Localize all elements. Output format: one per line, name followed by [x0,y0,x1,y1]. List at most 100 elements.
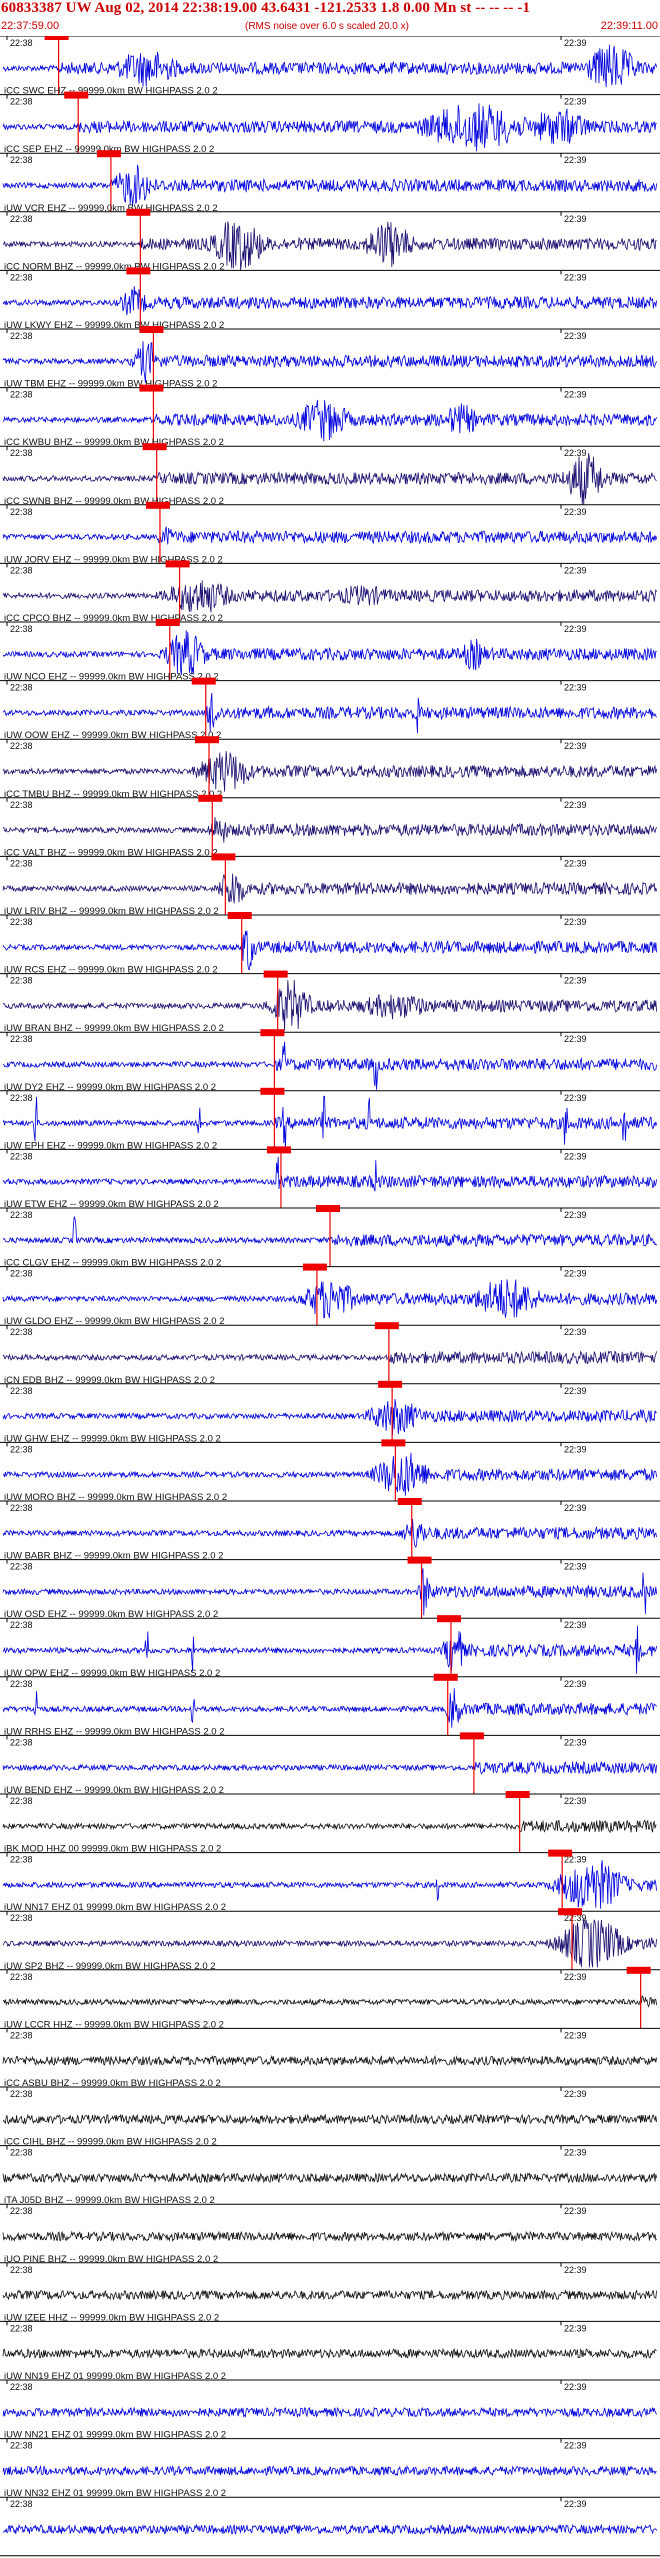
pick-marker [96,150,121,158]
tick-label-22-38: 22:38 [10,858,33,868]
tick-label-22-39: 22:39 [564,1737,587,1747]
trace-label: iCC TMBU BHZ -- 99999.0km BW HIGHPASS 2.… [4,789,222,800]
tick-label-22-39: 22:39 [564,1093,587,1103]
tick-label-22-38: 22:38 [10,1503,33,1513]
pick-marker [139,384,164,392]
pick-marker [548,1849,573,1857]
pick-marker [198,794,223,802]
pick-marker [165,560,190,568]
tick-label-22-39: 22:39 [564,858,587,868]
tick-label-22-38: 22:38 [10,2089,33,2099]
tick-label-22-39: 22:39 [564,38,587,48]
trace-label: iUO PINE BHZ -- 99999.0km BW HIGHPASS 2.… [4,2254,218,2265]
tick-label-22-38: 22:38 [10,1562,33,1572]
tick-label-22-38: 22:38 [10,741,33,751]
waveform-trace [2,630,657,675]
noise-scaling-note: (RMS noise over 6.0 s scaled 20.0 x) [245,21,409,32]
trace-label: iUW DY2 EHZ -- 99999.0km BW HIGHPASS 2.0… [4,1082,216,1093]
tick-label-22-38: 22:38 [10,2441,33,2451]
pick-marker [44,36,69,40]
trace-label: iUW LKWY EHZ -- 99999.0km BW HIGHPASS 2.… [4,320,224,331]
tick-label-22-38: 22:38 [10,683,33,693]
trace-label: iUW NN17 EHZ 01 99999.0km BW HIGHPASS 2.… [4,1902,226,1913]
tick-label-22-38: 22:38 [10,1679,33,1689]
trace-label: iUW RRHS EHZ -- 99999.0km BW HIGHPASS 2.… [4,1726,225,1737]
waveform-trace [2,2054,657,2067]
tick-label-22-38: 22:38 [10,917,33,927]
trace-label: iUW LRIV BHZ -- 99999.0km BW HIGHPASS 2.… [4,906,219,917]
trace-label: iUW NN21 EHZ 01 99999.0km BW HIGHPASS 2.… [4,2430,226,2441]
trace-label: iCC SWNB BHZ -- 99999.0km BW HIGHPASS 2.… [4,496,224,507]
tick-label-22-38: 22:38 [10,2148,33,2158]
waveform-trace [2,44,657,88]
trace-label: iCC CPCO BHZ -- 99999.0km BW HIGHPASS 2.… [4,613,223,624]
pick-marker [142,443,167,451]
pick-marker [145,501,170,509]
trace-label: iUW BEND EHZ -- 99999.0km BW HIGHPASS 2.… [4,1785,224,1796]
tick-label-22-39: 22:39 [564,272,587,282]
tick-label-22-39: 22:39 [564,2382,587,2392]
tick-label-22-38: 22:38 [10,1855,33,1865]
trace-label: iUW ETW EHZ -- 99999.0km BW HIGHPASS 2.0… [4,1199,219,1210]
trace-label: iUW LCCR HHZ -- 99999.0km BW HIGHPASS 2.… [4,2019,224,2030]
pick-marker [126,267,151,275]
tick-label-22-38: 22:38 [10,800,33,810]
waveform-trace [2,1688,657,1728]
waveform-trace [2,1819,657,1834]
tick-label-22-38: 22:38 [10,507,33,517]
tick-label-22-38: 22:38 [10,1972,33,1982]
waveform-trace [2,2406,657,2419]
tick-label-22-39: 22:39 [564,2206,587,2216]
tick-label-22-39: 22:39 [564,1503,587,1513]
tick-label-22-38: 22:38 [10,1034,33,1044]
waveform-trace [2,2523,657,2535]
trace-label: iUW BABR BHZ -- 99999.0km BW HIGHPASS 2.… [4,1551,223,1562]
trace-label: iUW EPH EHZ -- 99999.0km BW HIGHPASS 2.0… [4,1140,217,1151]
pick-marker [505,1791,530,1798]
waveform-trace [2,1156,657,1192]
tick-label-22-39: 22:39 [564,1620,587,1630]
tick-label-22-39: 22:39 [564,800,587,810]
pick-marker [211,853,236,861]
trace-label: iBK MOD HHZ 00 99999.0km BW HIGHPASS 2.0… [4,1844,221,1855]
waveform-trace [2,2347,657,2360]
pick-marker [316,1205,340,1212]
trace-label: iUW GHW EHZ -- 99999.0km BW HIGHPASS 2.0… [4,1433,221,1444]
tick-label-22-38: 22:38 [10,1327,33,1337]
waveform-trace [2,526,657,545]
waveform-trace [2,1398,657,1436]
trace-label: iUW OOW EHZ -- 99999.0km BW HIGHPASS 2.0… [4,730,221,741]
pick-marker [195,736,220,744]
pick-marker [260,1029,285,1037]
tick-label-22-38: 22:38 [10,2265,33,2275]
waveform-trace [2,164,657,207]
tick-label-22-39: 22:39 [564,2265,587,2275]
tick-label-22-38: 22:38 [10,1444,33,1454]
tick-label-22-38: 22:38 [10,624,33,634]
tick-label-22-39: 22:39 [564,1562,587,1572]
pick-marker [139,326,164,333]
pick-marker [191,677,216,685]
tick-label-22-38: 22:38 [10,155,33,165]
trace-label: iUW MORO BHZ -- 99999.0km BW HIGHPASS 2.… [4,1492,227,1503]
tick-label-22-38: 22:38 [10,1269,33,1279]
tick-label-22-38: 22:38 [10,1737,33,1747]
tick-label-22-38: 22:38 [10,1796,33,1806]
tick-label-22-39: 22:39 [564,2499,587,2509]
trace-label: iCC CLGV EHZ -- 99999.0km BW HIGHPASS 2.… [4,1258,221,1269]
tick-label-22-39: 22:39 [564,741,587,751]
tick-label-22-38: 22:38 [10,1913,33,1923]
tick-label-22-39: 22:39 [564,1034,587,1044]
tick-label-22-39: 22:39 [564,1386,587,1396]
tick-label-22-38: 22:38 [10,97,33,107]
waveform-trace [2,2464,657,2477]
tick-label-22-39: 22:39 [564,2148,587,2158]
waveform-trace [2,2230,657,2243]
tick-label-22-39: 22:39 [564,2089,587,2099]
trace-label: iUW VCR EHZ -- 99999.0km BW HIGHPASS 2.0… [4,203,218,214]
waveform-trace [2,580,657,613]
trace-label: iCN EDB BHZ -- 99999.0km BW HIGHPASS 2.0… [4,1375,215,1386]
pick-marker [155,619,180,626]
waveform-trace [2,751,657,792]
tick-label-22-38: 22:38 [10,1151,33,1161]
